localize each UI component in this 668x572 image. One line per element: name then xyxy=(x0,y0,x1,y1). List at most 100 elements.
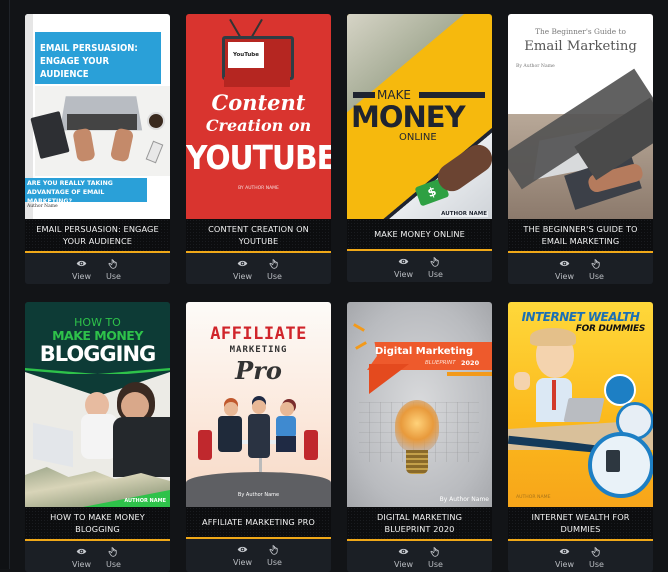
use-button[interactable]: Use xyxy=(264,539,286,572)
cover-image[interactable]: AFFILIATE MARKETING Pro By Author Name xyxy=(186,302,331,507)
view-label: View xyxy=(233,558,252,567)
card-actions: View Use xyxy=(186,253,331,284)
view-label: View xyxy=(555,560,574,569)
card-actions: View Use xyxy=(186,539,331,572)
cover-line2: MARKETING xyxy=(229,345,288,355)
template-title-bar: CONTENT CREATION ON YOUTUBE xyxy=(186,219,331,253)
view-label: View xyxy=(72,272,91,281)
use-button[interactable]: Use xyxy=(264,253,286,284)
hand-pointer-icon xyxy=(430,257,439,267)
template-title: HOW TO MAKE MONEY BLOGGING xyxy=(50,512,145,534)
view-button[interactable]: View xyxy=(71,253,93,284)
view-button[interactable]: View xyxy=(554,541,576,572)
cover-author: AUTHOR NAME xyxy=(124,498,166,504)
hand-pointer-icon xyxy=(108,259,117,269)
card-actions: View Use xyxy=(508,253,653,284)
eye-icon xyxy=(237,260,248,267)
view-button[interactable]: View xyxy=(71,541,93,572)
template-card: INTERNET WEALTH FOR DUMMIES AUTHOR NAME … xyxy=(508,302,653,572)
cover-line1: AFFILIATE xyxy=(210,324,307,344)
cover-line2: MAKE MONEY xyxy=(52,328,143,343)
template-title: EMAIL PERSUASION: ENGAGE YOUR AUDIENCE xyxy=(36,224,159,246)
use-button[interactable]: Use xyxy=(586,541,608,572)
cover-line3: ONLINE xyxy=(399,132,437,143)
cover-author: By Author Name xyxy=(439,496,489,503)
eye-icon xyxy=(76,548,87,555)
view-button[interactable]: View xyxy=(554,253,576,284)
eye-icon xyxy=(559,260,570,267)
template-title-bar: AFFILIATE MARKETING PRO xyxy=(186,507,331,539)
cover-author: Author Name xyxy=(27,204,58,209)
view-label: View xyxy=(394,270,413,279)
cover-badge: YouTube xyxy=(228,42,264,68)
template-title-bar: DIGITAL MARKETING BLUEPRINT 2020 xyxy=(347,507,492,541)
cover-author: AUTHOR NAME xyxy=(440,211,488,217)
view-label: View xyxy=(72,560,91,569)
cover-image[interactable]: The Beginner's Guide to Email Marketing … xyxy=(508,14,653,219)
eye-icon xyxy=(398,548,409,555)
view-button[interactable]: View xyxy=(232,253,254,284)
template-title: AFFILIATE MARKETING PRO xyxy=(202,517,315,527)
template-card: MAKE MONEY ONLINE $ AUTHOR NAME MAKE MON… xyxy=(347,14,492,282)
cover-line3: BLOGGING xyxy=(39,342,157,366)
view-button[interactable]: View xyxy=(393,251,415,282)
cover-author: By Author Name xyxy=(516,64,555,69)
template-title: THE BEGINNER'S GUIDE TO EMAIL MARKETING xyxy=(523,224,638,246)
hand-pointer-icon xyxy=(108,547,117,557)
view-button[interactable]: View xyxy=(393,541,415,572)
use-button[interactable]: Use xyxy=(103,253,125,284)
use-label: Use xyxy=(106,560,121,569)
card-actions: View Use xyxy=(25,253,170,284)
template-card: The Beginner's Guide to Email Marketing … xyxy=(508,14,653,284)
cover-line2: Email Marketing xyxy=(524,39,637,54)
use-button[interactable]: Use xyxy=(425,251,447,282)
hand-pointer-icon xyxy=(430,547,439,557)
template-title: CONTENT CREATION ON YOUTUBE xyxy=(208,224,309,246)
cover-author: By Author Name xyxy=(237,492,280,498)
use-label: Use xyxy=(267,272,282,281)
hand-pointer-icon xyxy=(591,259,600,269)
template-title-bar: INTERNET WEALTH FOR DUMMIES xyxy=(508,507,653,541)
use-button[interactable]: Use xyxy=(586,253,608,284)
template-card: YouTube Content Creation on YOUTUBE BY A… xyxy=(186,14,331,284)
cover-author: BY AUTHOR NAME xyxy=(238,186,279,191)
card-actions: View Use xyxy=(25,541,170,572)
cover-line1: The Beginner's Guide to xyxy=(535,27,626,36)
cover-image[interactable]: Digital Marketing BLUEPRINT 2020 By Auth… xyxy=(347,302,492,507)
template-title-bar: MAKE MONEY ONLINE xyxy=(347,219,492,251)
use-button[interactable]: Use xyxy=(425,541,447,572)
cover-author: AUTHOR NAME xyxy=(516,495,551,500)
card-actions: View Use xyxy=(347,541,492,572)
view-label: View xyxy=(233,272,252,281)
view-label: View xyxy=(394,560,413,569)
cover-subline: ARE YOU REALLY TAKING ADVANTAGE OF EMAIL… xyxy=(27,180,113,205)
cover-image[interactable]: INTERNET WEALTH FOR DUMMIES AUTHOR NAME xyxy=(508,302,653,507)
cover-line2: MONEY xyxy=(351,100,466,134)
cover-image[interactable]: YouTube Content Creation on YOUTUBE BY A… xyxy=(186,14,331,219)
use-button[interactable]: Use xyxy=(103,541,125,572)
cover-headline: EMAIL PERSUASION: ENGAGE YOUR AUDIENCE xyxy=(40,43,138,80)
template-title-bar: EMAIL PERSUASION: ENGAGE YOUR AUDIENCE xyxy=(25,219,170,253)
cover-line3: 2020 xyxy=(461,359,480,367)
cover-image[interactable]: HOW TO MAKE MONEY BLOGGING AUTHOR NAME xyxy=(25,302,170,507)
view-button[interactable]: View xyxy=(232,539,254,572)
template-card: EMAIL PERSUASION: ENGAGE YOUR AUDIENCE A… xyxy=(25,14,170,284)
eye-icon xyxy=(398,258,409,265)
cover-image[interactable]: MAKE MONEY ONLINE $ AUTHOR NAME xyxy=(347,14,492,219)
cover-line3: YOUTUBE xyxy=(186,138,331,177)
card-actions: View Use xyxy=(347,251,492,282)
use-label: Use xyxy=(267,558,282,567)
template-card: AFFILIATE MARKETING Pro By Author Name A… xyxy=(186,302,331,572)
use-label: Use xyxy=(589,272,604,281)
use-label: Use xyxy=(428,270,443,279)
use-label: Use xyxy=(106,272,121,281)
template-title: DIGITAL MARKETING BLUEPRINT 2020 xyxy=(376,512,463,534)
eye-icon xyxy=(237,546,248,553)
cover-image[interactable]: EMAIL PERSUASION: ENGAGE YOUR AUDIENCE A… xyxy=(25,14,170,219)
cover-line3: Pro xyxy=(235,356,282,385)
cover-line2: BLUEPRINT xyxy=(425,360,456,366)
template-title: INTERNET WEALTH FOR DUMMIES xyxy=(531,512,630,534)
cover-line1: Digital Marketing xyxy=(375,346,474,357)
cover-line1: Content xyxy=(211,90,306,115)
template-card: HOW TO MAKE MONEY BLOGGING AUTHOR NAME H… xyxy=(25,302,170,572)
